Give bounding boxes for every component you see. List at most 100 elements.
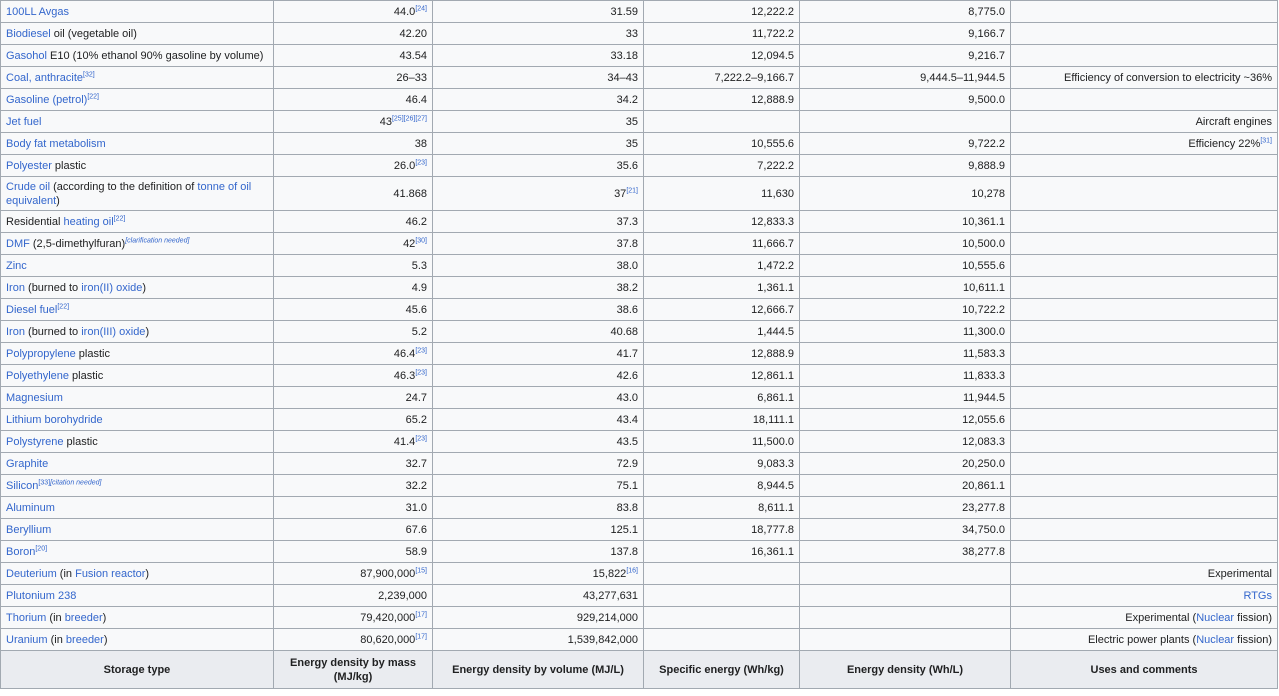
wiki-link[interactable]: Body fat metabolism [6,138,106,150]
cell-value: 5.3 [411,259,427,272]
wiki-link[interactable]: Aluminum [6,502,55,514]
cell-value: 9,216.7 [968,49,1005,62]
wiki-link[interactable]: 100LL Avgas [6,6,69,18]
wiki-link[interactable]: Nuclear [1196,634,1234,646]
cell-text: plastic [63,435,98,448]
reference-link[interactable]: [16] [626,567,638,574]
reference-link[interactable]: [15] [415,567,427,574]
cell-value: 6,861.1 [757,391,794,404]
energy-by-volume-cell: 35.6 [432,154,644,177]
wiki-link[interactable]: Silicon [6,480,38,492]
reference-link[interactable]: [20] [35,545,47,552]
wiki-link[interactable]: breeder [66,634,104,646]
wiki-link[interactable]: breeder [65,612,103,624]
cell-value: 35.6 [616,159,638,172]
cell-value: 87,900,000 [360,567,416,580]
wiki-link[interactable]: Jet fuel [6,116,41,128]
wiki-link[interactable]: Graphite [6,458,48,470]
reference-link[interactable]: [21] [626,187,638,194]
note-superscript[interactable]: [citation needed] [50,479,101,486]
reference-link[interactable]: [23] [415,347,427,354]
reference-link[interactable]: [30] [415,237,427,244]
cell-value: 9,083.3 [757,457,794,470]
wiki-link[interactable]: Uranium [6,634,48,646]
wiki-link[interactable]: Biodiesel [6,28,51,40]
storage-type-cell: Polypropylene plastic [0,342,274,365]
storage-type-cell: Graphite [0,452,274,475]
wiki-link[interactable]: heating oil [63,216,113,228]
uses-comments-cell [1010,386,1278,409]
specific-energy-cell [643,606,800,629]
table-row: Boron[20] 58.9 137.8 16,361.1 38,277.8 [0,540,1278,563]
energy-by-mass-cell: 5.3 [273,254,433,277]
column-header-storage-type[interactable]: Storage type [0,650,274,689]
wiki-link[interactable]: Polyethylene [6,370,69,382]
energy-by-volume-cell: 43.0 [432,386,644,409]
wiki-link[interactable]: RTGs [1243,590,1272,602]
wiki-link[interactable]: Iron [6,282,25,294]
reference-link[interactable]: [22] [57,303,69,310]
wiki-link[interactable]: Crude oil [6,181,50,193]
specific-energy-cell: 1,361.1 [643,276,800,299]
specific-energy-cell: 8,611.1 [643,496,800,519]
reference-link[interactable]: [22] [114,215,126,222]
column-header-energy-by-volume[interactable]: Energy density by volume (MJ/L) [432,650,644,689]
wiki-link[interactable]: iron(II) oxide [81,282,142,294]
reference-link[interactable]: [31] [1260,137,1272,144]
reference-link[interactable]: [25][26][27] [392,115,427,122]
cell-value: 20,861.1 [962,479,1005,492]
reference-link[interactable]: [32] [83,71,95,78]
wiki-link[interactable]: Nuclear [1196,612,1234,624]
wiki-link[interactable]: Plutonium 238 [6,590,76,602]
wiki-link[interactable]: iron(III) oxide [81,326,145,338]
reference-link[interactable]: [17] [415,633,427,640]
wiki-link[interactable]: Deuterium [6,568,57,580]
wiki-link[interactable]: Iron [6,326,25,338]
wiki-link[interactable]: Polystyrene [6,436,63,448]
column-header-uses-comments[interactable]: Uses and comments [1010,650,1278,689]
reference-link[interactable]: [22] [87,93,99,100]
table-row: Residential heating oil[22] 46.2 37.3 12,83… [0,210,1278,233]
cell-value: 46.4 [393,347,416,360]
energy-by-volume-cell: 42.6 [432,364,644,387]
wiki-link[interactable]: Magnesium [6,392,63,404]
reference-link[interactable]: [23] [415,159,427,166]
wiki-link[interactable]: Beryllium [6,524,51,536]
uses-comments-cell [1010,276,1278,299]
cell-value: 26–33 [396,71,427,84]
cell-value: 46.3 [393,369,416,382]
wiki-link[interactable]: Fusion reactor [75,568,145,580]
energy-by-mass-cell: 42[30] [273,232,433,255]
column-header-energy-density[interactable]: Energy density (Wh/L) [799,650,1011,689]
column-header-specific-energy[interactable]: Specific energy (Wh/kg) [643,650,800,689]
uses-comments-cell [1010,452,1278,475]
table-row: Polystyrene plastic 41.4[23] 43.5 11,500.0 1… [0,430,1278,453]
column-header-energy-by-mass[interactable]: Energy density by mass (MJ/kg) [273,650,433,689]
wiki-link[interactable]: Zinc [6,260,27,272]
energy-by-mass-cell: 58.9 [273,540,433,563]
wiki-link[interactable]: Gasoline (petrol) [6,94,87,106]
wiki-link[interactable]: Gasohol [6,50,47,62]
wiki-link[interactable]: Coal, anthracite [6,72,83,84]
cell-text: (in [46,611,65,624]
wiki-link[interactable]: Diesel fuel [6,304,57,316]
wiki-link[interactable]: Polypropylene [6,348,76,360]
storage-type-cell: DMF (2,5-dimethylfuran)[clarification ne… [0,232,274,255]
specific-energy-cell: 10,555.6 [643,132,800,155]
uses-comments-cell [1010,176,1278,211]
reference-link[interactable]: [24] [415,5,427,12]
cell-value: 26.0 [393,159,416,172]
energy-by-volume-cell: 41.7 [432,342,644,365]
wiki-link[interactable]: Lithium borohydride [6,414,103,426]
reference-link[interactable]: [17] [415,611,427,618]
reference-link[interactable]: [33] [38,479,50,486]
wiki-link[interactable]: DMF [6,238,30,250]
wiki-link[interactable]: Thorium [6,612,46,624]
note-superscript[interactable]: [clarification needed] [125,237,189,244]
wiki-link[interactable]: Boron [6,546,35,558]
reference-link[interactable]: [23] [415,369,427,376]
reference-link[interactable]: [23] [415,435,427,442]
energy-by-volume-cell: 40.68 [432,320,644,343]
wiki-link[interactable]: Polyester [6,160,52,172]
table-row: Aluminum 31.0 83.8 8,611.1 23,277.8 [0,496,1278,519]
